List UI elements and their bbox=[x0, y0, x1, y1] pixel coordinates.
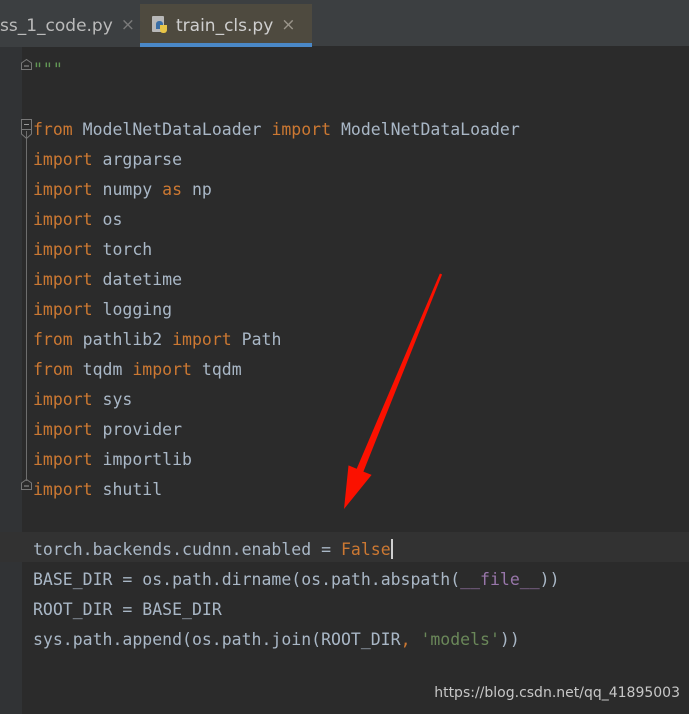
code-token: tqdm bbox=[191, 360, 242, 379]
code-line: import os bbox=[33, 205, 122, 235]
code-token: pathlib2 bbox=[72, 330, 173, 349]
editor-tab-bar: ss_1_code.py × train_cls.py × bbox=[0, 0, 689, 47]
code-token: 'models' bbox=[420, 630, 500, 649]
code-token: )) bbox=[499, 630, 520, 649]
editor-tab-ss-1-code[interactable]: ss_1_code.py × bbox=[0, 4, 140, 47]
fold-region-line bbox=[26, 131, 27, 481]
code-line: import provider bbox=[33, 415, 182, 445]
code-token: sys.path.append(os.path.join(ROOT_DIR bbox=[33, 630, 401, 649]
code-line: import shutil bbox=[33, 475, 162, 505]
code-token: False bbox=[340, 540, 391, 559]
code-token: __file__ bbox=[460, 570, 540, 589]
editor-gutter[interactable] bbox=[0, 47, 22, 714]
code-line: import sys bbox=[33, 385, 132, 415]
code-folding-rail[interactable] bbox=[22, 47, 33, 714]
code-token: = bbox=[122, 600, 133, 619]
code-token: ROOT_DIR bbox=[33, 600, 123, 619]
code-token: import bbox=[33, 150, 93, 169]
code-token: numpy bbox=[92, 180, 163, 199]
close-icon[interactable]: × bbox=[121, 17, 135, 34]
code-token: import bbox=[33, 180, 93, 199]
fold-end-icon[interactable] bbox=[20, 58, 33, 71]
code-token: import bbox=[33, 450, 93, 469]
code-token: os.path.dirname(os.path.abspath( bbox=[132, 570, 461, 589]
code-token: import bbox=[33, 390, 93, 409]
code-token: torch.backends.cudnn.enabled bbox=[33, 540, 322, 559]
editor-tab-label: train_cls.py bbox=[176, 15, 274, 36]
code-token: import bbox=[33, 240, 93, 259]
code-token: shutil bbox=[92, 480, 163, 499]
caret-line-highlight-gutter bbox=[0, 532, 33, 562]
code-token: = bbox=[122, 570, 133, 589]
code-line: import datetime bbox=[33, 265, 182, 295]
code-line: import importlib bbox=[33, 445, 192, 475]
code-token: from bbox=[33, 360, 73, 379]
code-line: BASE_DIR = os.path.dirname(os.path.abspa… bbox=[33, 565, 560, 595]
code-token: sys bbox=[92, 390, 133, 409]
code-line: torch.backends.cudnn.enabled = False bbox=[33, 535, 393, 565]
pycharm-editor-window: ss_1_code.py × train_cls.py × """ from Mo… bbox=[0, 0, 689, 714]
code-token: as bbox=[162, 180, 183, 199]
code-token: import bbox=[33, 210, 93, 229]
code-editor-area[interactable]: """ from ModelNetDataLoader import ModelN… bbox=[0, 47, 689, 714]
code-token: )) bbox=[539, 570, 560, 589]
code-line: from pathlib2 import Path bbox=[33, 325, 281, 355]
code-token: logging bbox=[92, 300, 173, 319]
watermark-url: https://blog.csdn.net/qq_41895003 bbox=[434, 685, 680, 701]
code-line: from ModelNetDataLoader import ModelNetD… bbox=[33, 115, 520, 145]
code-token: ModelNetDataLoader bbox=[72, 120, 272, 139]
code-line: import logging bbox=[33, 295, 172, 325]
code-token: datetime bbox=[92, 270, 183, 289]
code-token: import bbox=[271, 120, 332, 139]
code-token: np bbox=[182, 180, 212, 199]
code-token: import bbox=[33, 480, 93, 499]
code-token: import bbox=[33, 420, 93, 439]
code-token: importlib bbox=[92, 450, 192, 469]
code-token: , bbox=[400, 630, 411, 649]
code-token: from bbox=[33, 120, 73, 139]
code-token: torch bbox=[92, 240, 153, 259]
code-line: sys.path.append(os.path.join(ROOT_DIR, '… bbox=[33, 625, 520, 655]
code-token: from bbox=[33, 330, 73, 349]
code-line: from tqdm import tqdm bbox=[33, 355, 242, 385]
text-caret bbox=[390, 539, 393, 559]
code-token: import bbox=[172, 330, 232, 349]
code-line: ROOT_DIR = BASE_DIR bbox=[33, 595, 222, 625]
code-token: argparse bbox=[92, 150, 183, 169]
python-file-icon bbox=[152, 15, 169, 36]
fold-region-end-arrow bbox=[20, 127, 33, 140]
code-line: import argparse bbox=[33, 145, 182, 175]
close-icon[interactable]: × bbox=[281, 17, 295, 34]
code-token: os bbox=[92, 210, 123, 229]
code-line: """ bbox=[33, 55, 63, 85]
editor-tab-label: ss_1_code.py bbox=[0, 15, 113, 36]
code-token: BASE_DIR bbox=[132, 600, 222, 619]
code-token: provider bbox=[92, 420, 183, 439]
code-token: BASE_DIR bbox=[33, 570, 123, 589]
code-line: import torch bbox=[33, 235, 152, 265]
python-file-icon-snake-yellow bbox=[160, 24, 167, 33]
code-token: import bbox=[33, 270, 93, 289]
code-token: = bbox=[321, 540, 332, 559]
code-token: Path bbox=[231, 330, 282, 349]
editor-tab-train-cls[interactable]: train_cls.py × bbox=[140, 4, 312, 47]
code-token: import bbox=[33, 300, 93, 319]
code-line: import numpy as np bbox=[33, 175, 212, 205]
code-token: ModelNetDataLoader bbox=[331, 120, 520, 139]
code-token: import bbox=[132, 360, 192, 379]
code-token: tqdm bbox=[72, 360, 133, 379]
code-token: """ bbox=[33, 60, 63, 79]
